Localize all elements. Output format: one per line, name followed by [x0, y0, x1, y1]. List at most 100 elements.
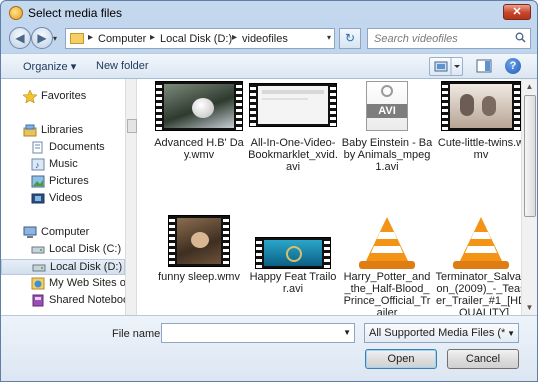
open-button[interactable]: Open [365, 349, 437, 369]
sidebar-item-shared-notebook[interactable]: Shared Notebook [1, 293, 125, 309]
sidebar-item-my-web-sites[interactable]: My Web Sites on [1, 276, 125, 292]
folder-icon [70, 33, 84, 44]
command-toolbar: Organize ▾ New folder ? [1, 53, 537, 79]
file-list: Advanced H.B' Day.wmv All-In-One-Video-B… [137, 79, 521, 315]
chevron-down-icon[interactable]: ▼ [507, 329, 515, 338]
libraries-icon [23, 124, 37, 137]
video-thumbnail-icon [441, 81, 521, 131]
file-tile[interactable]: Happy Feat Trailor.avi [247, 215, 339, 315]
notebook-icon [32, 294, 44, 307]
video-thumbnail-icon [255, 237, 331, 269]
help-icon[interactable]: ? [505, 58, 521, 74]
file-type-filter[interactable]: All Supported Media Files (*.aifl ▼ [364, 323, 519, 343]
window-title: Select media files [28, 6, 123, 20]
sidebar-item-music[interactable]: ♪ Music [1, 157, 125, 173]
organize-button[interactable]: Organize ▾ [23, 60, 76, 73]
file-name: funny sleep.wmv [158, 271, 240, 283]
sidebar-item-label: My Web Sites on [49, 277, 125, 289]
svg-text:♪: ♪ [35, 160, 40, 170]
select-media-files-dialog: Select media files ✕ ◀ ▶ ▾ ▸ Computer ▸ … [0, 0, 538, 382]
vlc-cone-icon [453, 217, 509, 269]
breadcrumb-videofiles[interactable]: videofiles [242, 33, 288, 45]
video-thumbnail-icon [168, 215, 230, 267]
sidebar-item-label: Documents [49, 141, 105, 153]
file-tile[interactable]: funny sleep.wmv [153, 215, 245, 315]
sidebar-item-label: Local Disk (D:) [50, 261, 123, 273]
breadcrumb-separator[interactable]: ▸ [88, 32, 93, 43]
dialog-footer: File name: ▼ All Supported Media Files (… [1, 315, 537, 381]
chevron-down-icon[interactable]: ▼ [343, 328, 351, 337]
search-input[interactable]: Search videofiles [367, 28, 531, 49]
sidebar-item-documents[interactable]: Documents [1, 140, 125, 156]
web-sites-icon [31, 277, 45, 290]
file-name: Happy Feat Trailor.avi [249, 271, 337, 295]
back-button[interactable]: ◀ [9, 27, 31, 49]
sidebar-item-label: Music [49, 158, 78, 170]
file-name-field[interactable]: ▼ [161, 323, 355, 343]
file-name: Advanced H.B' Day.wmv [154, 137, 244, 161]
file-tile[interactable]: Terminator_Salvation_(2009)_-_Teaser_Tra… [435, 215, 521, 315]
breadcrumb[interactable]: ▸ Computer ▸ Local Disk (D:) ▸ videofile… [65, 28, 335, 49]
sidebar-item-label: Libraries [41, 124, 84, 136]
sidebar-item-label: Local Disk (C:) [49, 243, 122, 255]
new-folder-button[interactable]: New folder [96, 60, 149, 72]
preview-pane-icon[interactable] [475, 57, 493, 75]
app-icon [9, 6, 23, 20]
breadcrumb-separator[interactable]: ▸ [150, 32, 155, 43]
navigation-pane: Favorites Libraries Documents ♪ Music Pi… [1, 79, 125, 315]
avi-badge: AVI [367, 104, 407, 118]
file-name: Harry_Potter_and_the_Half-Blood_Prince_O… [343, 271, 431, 315]
sidebar-item-label: Computer [41, 226, 90, 238]
file-name: Baby Einstein - Baby Animals_mpeg1.avi [341, 137, 433, 173]
forward-button[interactable]: ▶ [31, 27, 53, 49]
drive-icon [32, 264, 46, 272]
refresh-button[interactable]: ↻ [339, 28, 361, 49]
avi-file-icon: AVI [366, 81, 408, 131]
sidebar-item-label: Favorites [41, 90, 87, 102]
sidebar-item-videos[interactable]: Videos [1, 191, 125, 207]
scroll-down-icon[interactable]: ▼ [522, 300, 537, 315]
file-name: Cute-little-twins.wmv [437, 137, 521, 161]
sidebar-item-local-disk-c[interactable]: Local Disk (C:) [1, 242, 125, 258]
sidebar-item-label: Shared Notebook [49, 294, 125, 306]
vlc-cone-icon [359, 217, 415, 269]
search-icon[interactable] [515, 32, 526, 43]
sidebar-item-favorites[interactable]: Favorites [1, 89, 125, 105]
cancel-button[interactable]: Cancel [447, 349, 519, 369]
change-view-button[interactable] [429, 57, 463, 76]
splitter-scroll-thumb[interactable] [127, 119, 137, 133]
scroll-up-icon[interactable]: ▲ [522, 79, 537, 94]
file-name-label: File name: [112, 328, 164, 340]
path-dropdown[interactable]: ▾ [327, 33, 331, 42]
file-list-scrollbar[interactable]: ▲ ▼ [521, 79, 537, 315]
file-tile[interactable]: Advanced H.B' Day.wmv [153, 81, 245, 199]
videos-icon [31, 193, 45, 204]
search-placeholder: Search videofiles [374, 33, 458, 45]
scroll-thumb[interactable] [524, 95, 536, 217]
computer-icon [23, 226, 37, 238]
breadcrumb-separator[interactable]: ▸ [232, 32, 237, 43]
file-tile[interactable]: Cute-little-twins.wmv [435, 81, 521, 199]
sidebar-item-local-disk-d[interactable]: Local Disk (D:) [1, 259, 125, 275]
sidebar-item-pictures[interactable]: Pictures [1, 174, 125, 190]
recent-locations-dropdown[interactable]: ▾ [53, 34, 57, 43]
pane-splitter[interactable] [125, 79, 137, 315]
breadcrumb-computer[interactable]: Computer [98, 33, 146, 45]
file-type-filter-value: All Supported Media Files (*.aifl [369, 327, 505, 339]
video-thumbnail-icon [249, 83, 337, 127]
star-icon [23, 90, 37, 103]
breadcrumb-local-disk-d[interactable]: Local Disk (D:) [160, 33, 232, 45]
file-name: All-In-One-Video-Bookmarklet_xvid.avi [248, 137, 338, 173]
sidebar-item-libraries[interactable]: Libraries [1, 123, 125, 139]
music-icon: ♪ [31, 158, 45, 171]
video-thumbnail-icon [155, 81, 243, 131]
file-tile[interactable]: Harry_Potter_and_the_Half-Blood_Prince_O… [341, 215, 433, 315]
sidebar-item-computer[interactable]: Computer [1, 225, 125, 241]
view-icon [434, 58, 460, 75]
drive-icon [31, 246, 45, 254]
file-tile[interactable]: AVI Baby Einstein - Baby Animals_mpeg1.a… [341, 81, 433, 199]
file-tile[interactable]: All-In-One-Video-Bookmarklet_xvid.avi [247, 81, 339, 199]
sidebar-item-label: Videos [49, 192, 83, 204]
close-button[interactable]: ✕ [503, 4, 531, 20]
sidebar-item-label: Pictures [49, 175, 89, 187]
